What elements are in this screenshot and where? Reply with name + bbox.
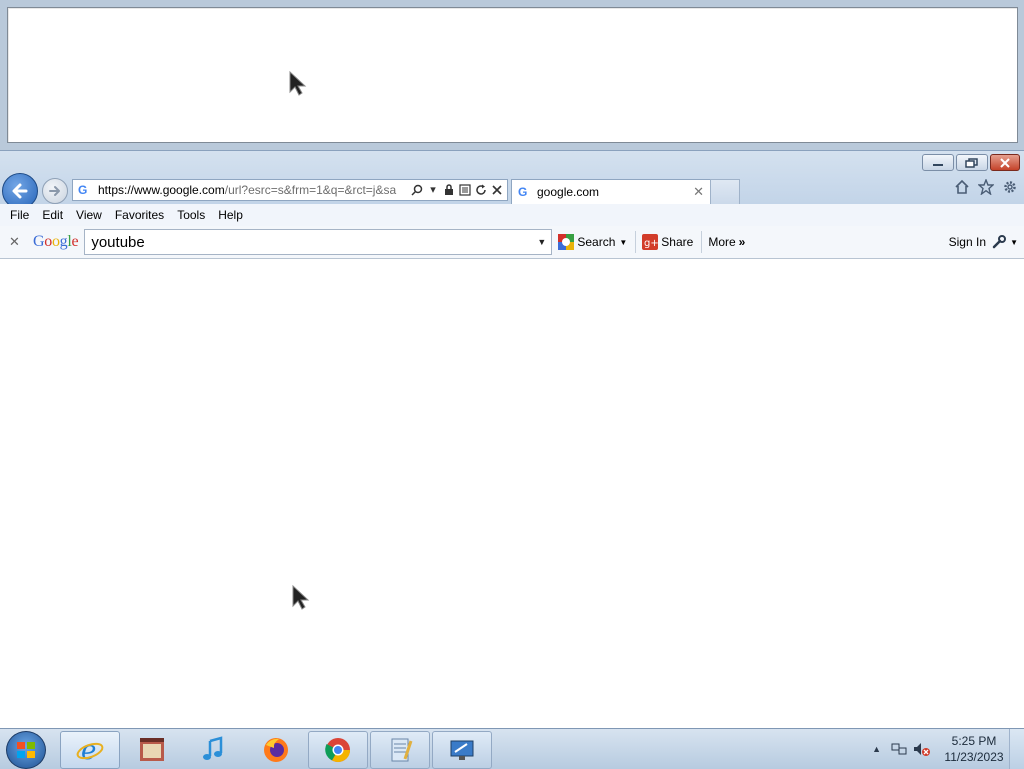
tab-title: google.com xyxy=(537,185,600,199)
network-icon[interactable] xyxy=(891,741,907,757)
star-icon[interactable] xyxy=(978,179,994,195)
mouse-cursor-icon xyxy=(289,70,307,96)
sign-in-link[interactable]: Sign In xyxy=(949,235,986,249)
music-note-icon xyxy=(203,736,223,760)
page-content[interactable] xyxy=(0,259,1024,728)
address-url-host: https://www.google.com xyxy=(98,183,225,197)
background-window-content[interactable] xyxy=(7,7,1018,143)
wrench-icon xyxy=(992,235,1007,249)
new-tab-button[interactable] xyxy=(710,179,740,204)
stop-icon[interactable] xyxy=(491,184,503,196)
google-search-icon xyxy=(558,234,575,250)
google-search-input[interactable] xyxy=(85,232,538,252)
browser-command-icons xyxy=(954,179,1018,195)
windows-logo-icon xyxy=(17,742,35,758)
taskbar-firefox[interactable] xyxy=(246,731,306,769)
show-hidden-icons-icon[interactable]: ▲ xyxy=(872,744,881,754)
svg-text:g+: g+ xyxy=(644,238,658,249)
menu-bar: File Edit View Favorites Tools Help xyxy=(0,204,1024,227)
menu-file[interactable]: File xyxy=(10,208,29,222)
more-button[interactable]: More » xyxy=(708,235,745,249)
menu-view[interactable]: View xyxy=(76,208,102,222)
start-button[interactable] xyxy=(6,731,46,769)
menu-help[interactable]: Help xyxy=(218,208,243,222)
toolbar-options-button[interactable]: ▼ xyxy=(992,235,1018,249)
svg-text:e: e xyxy=(81,736,96,765)
search-history-dropdown-icon[interactable]: ▼ xyxy=(537,237,551,247)
double-chevron-right-icon: » xyxy=(738,235,746,249)
google-logo: Google xyxy=(33,233,79,251)
home-icon[interactable] xyxy=(954,179,970,195)
volume-muted-icon[interactable] xyxy=(913,741,931,757)
menu-tools[interactable]: Tools xyxy=(177,208,205,222)
google-logo-letter: o xyxy=(44,233,52,250)
close-window-button[interactable] xyxy=(990,154,1020,171)
google-logo-letter: o xyxy=(51,233,60,250)
notepad-icon xyxy=(391,738,413,762)
menu-favorites[interactable]: Favorites xyxy=(115,208,164,222)
close-toolbar-icon[interactable]: ✕ xyxy=(9,234,21,250)
search-dropdown-icon[interactable]: ▼ xyxy=(619,238,627,247)
browser-frame: G https://www.google.com/url?esrc=s&frm=… xyxy=(0,150,1024,209)
share-button[interactable]: g+ Share xyxy=(642,234,693,250)
search-button-label: Search xyxy=(577,235,616,249)
lock-icon[interactable] xyxy=(443,184,455,196)
address-bar-icons: ▾ xyxy=(411,184,507,196)
internet-explorer-icon: e xyxy=(76,736,104,765)
show-desktop-button[interactable] xyxy=(1009,729,1024,769)
close-icon xyxy=(1000,157,1010,168)
close-tab-icon[interactable]: ✕ xyxy=(693,184,704,200)
search-icon[interactable] xyxy=(411,184,423,196)
address-url[interactable]: https://www.google.com/url?esrc=s&frm=1&… xyxy=(98,183,411,197)
google-favicon-icon: G xyxy=(518,185,528,199)
mouse-cursor-icon xyxy=(292,584,310,610)
google-search-box[interactable]: ▼ xyxy=(84,229,553,255)
clock-time: 5:25 PM xyxy=(951,734,997,748)
refresh-icon[interactable] xyxy=(475,184,487,196)
back-arrow-icon xyxy=(12,183,28,199)
gear-icon[interactable] xyxy=(1002,179,1018,195)
forward-arrow-icon xyxy=(49,186,60,196)
system-tray: ▲ 5:25 PM 11/23/2023 xyxy=(872,729,1024,769)
more-button-label: More xyxy=(708,235,736,249)
toolbar-separator xyxy=(701,231,703,253)
forward-button[interactable] xyxy=(42,178,68,204)
google-plus-share-icon: g+ xyxy=(642,234,659,250)
menu-edit[interactable]: Edit xyxy=(42,208,63,222)
restore-icon xyxy=(965,157,978,168)
clock[interactable]: 5:25 PM 11/23/2023 xyxy=(939,733,1009,765)
firefox-icon xyxy=(264,738,288,762)
dropdown-arrow-icon[interactable]: ▾ xyxy=(427,184,439,196)
clock-date: 11/23/2023 xyxy=(944,750,1004,764)
taskbar-itunes[interactable] xyxy=(184,731,244,769)
background-window xyxy=(0,0,1024,150)
compatibility-view-icon[interactable] xyxy=(459,184,471,196)
chrome-icon xyxy=(325,738,350,763)
google-logo-letter: e xyxy=(71,233,79,250)
google-search-button[interactable]: Search ▼ xyxy=(558,234,627,250)
taskbar: e ▲ 5:25 PM 11/23/2023 xyxy=(0,728,1024,769)
chevron-down-icon: ▼ xyxy=(1010,237,1018,247)
minimize-icon xyxy=(933,163,943,166)
taskbar-notepad[interactable] xyxy=(370,731,430,769)
remote-desktop-icon xyxy=(450,740,474,760)
address-url-path: /url?esrc=s&frm=1&q=&rct=j&sa xyxy=(224,183,397,197)
restore-button[interactable] xyxy=(956,154,988,171)
minimize-button[interactable] xyxy=(922,154,954,171)
taskbar-media-center[interactable] xyxy=(122,731,182,769)
taskbar-remote-desktop[interactable] xyxy=(432,731,492,769)
address-bar[interactable]: G https://www.google.com/url?esrc=s&frm=… xyxy=(72,179,508,201)
tab-google[interactable]: G google.com ✕ xyxy=(511,179,711,204)
taskbar-internet-explorer[interactable]: e xyxy=(60,731,120,769)
browser-window: G https://www.google.com/url?esrc=s&frm=… xyxy=(0,150,1024,728)
toolbar-separator xyxy=(635,231,637,253)
google-logo-letter: G xyxy=(33,233,45,250)
share-button-label: Share xyxy=(661,235,694,249)
media-center-icon xyxy=(140,738,164,761)
google-toolbar: ✕ Google ▼ Search ▼ g+ Share More » Sign… xyxy=(0,226,1024,259)
taskbar-chrome[interactable] xyxy=(308,731,368,769)
google-favicon-icon: G xyxy=(78,183,88,197)
window-caption-buttons xyxy=(922,154,1020,171)
